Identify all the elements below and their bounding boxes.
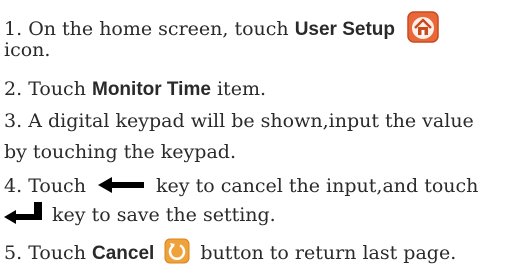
step-1-line-1: 1. On the home screen, touch User Setup (4, 11, 439, 46)
step-2-line: 2. Touch Monitor Time item. (4, 78, 266, 101)
instruction-document: 1. On the home screen, touch User Setup … (0, 0, 508, 278)
home-icon (407, 11, 439, 43)
step-2-bold-monitor-time: Monitor Time (92, 79, 211, 100)
cancel-icon (164, 238, 190, 264)
step-4-line-1: 4. Touch key to cancel the input,and tou… (4, 175, 478, 197)
step-5-text-1: Touch (28, 242, 86, 264)
step-4-number: 4. (4, 175, 23, 197)
backspace-arrow-icon (98, 177, 144, 193)
step-2-number: 2. (4, 78, 23, 100)
step-1-number: 1. (4, 18, 23, 40)
step-3-line-2: by touching the keypad. (4, 141, 236, 163)
step-5-number: 5. (4, 242, 23, 264)
step-1-bold-user-setup: User Setup (294, 19, 395, 40)
step-4-text-1: Touch (28, 175, 86, 197)
step-4-line-2: key to save the setting. (4, 202, 276, 227)
step-5-text-2: button to return last page. (200, 242, 457, 264)
step-1-line-2: icon. (4, 39, 50, 61)
step-3-number: 3. (4, 110, 23, 132)
step-1-trailing-text: icon. (4, 39, 51, 61)
enter-arrow-icon (4, 202, 42, 224)
step-2-text: Touch (28, 78, 86, 100)
step-5-line: 5. Touch Cancel button to return last pa… (4, 238, 457, 267)
step-5-bold-cancel: Cancel (92, 243, 155, 264)
step-3-text-2: by touching the keypad. (4, 141, 236, 163)
step-3-line-1: 3. A digital keypad will be shown,input … (4, 110, 474, 132)
step-4-text-3: key to save the setting. (52, 204, 276, 226)
step-2-trailing-text: item. (216, 78, 266, 100)
step-1-text: On the home screen, touch (28, 18, 289, 40)
step-4-text-2: key to cancel the input,and touch (156, 175, 479, 197)
step-3-text-1: A digital keypad will be shown,input the… (28, 110, 474, 132)
